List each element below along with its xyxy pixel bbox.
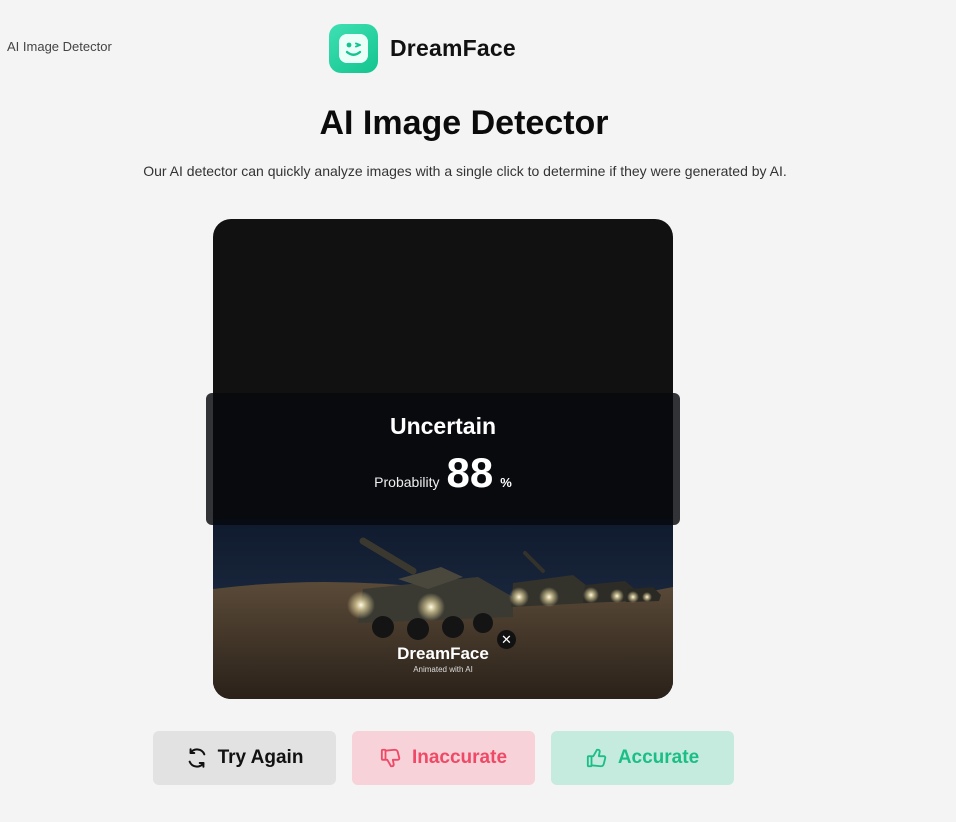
try-again-button[interactable]: Try Again bbox=[153, 731, 336, 785]
refresh-icon bbox=[188, 748, 205, 768]
brand[interactable]: DreamFace bbox=[329, 24, 516, 73]
watermark-tagline: Animated with AI bbox=[413, 665, 473, 674]
detection-result-panel: Uncertain Probability 88 % bbox=[206, 393, 680, 525]
page-title: AI Image Detector bbox=[319, 104, 609, 142]
page: AI Image Detector DreamFace AI Image Det… bbox=[0, 0, 956, 822]
thumbs-down-icon bbox=[380, 748, 401, 768]
inaccurate-button[interactable]: Inaccurate bbox=[352, 731, 535, 785]
page-subtitle: Our AI detector can quickly analyze imag… bbox=[143, 163, 787, 179]
corner-page-title: AI Image Detector bbox=[7, 39, 112, 54]
accurate-label: Accurate bbox=[617, 747, 700, 768]
probability-row: Probability 88 % bbox=[206, 452, 680, 494]
try-again-label: Try Again bbox=[217, 747, 304, 768]
watermark: DreamFace Animated with AI bbox=[388, 644, 498, 674]
watermark-name: DreamFace bbox=[397, 644, 489, 663]
brand-name: DreamFace bbox=[390, 35, 516, 61]
thumbs-up-icon bbox=[586, 748, 607, 768]
probability-label: Probability bbox=[374, 474, 440, 490]
probability-unit: % bbox=[500, 475, 512, 490]
remove-watermark-close-icon[interactable]: ✕ bbox=[497, 630, 516, 649]
dreamface-logo-icon bbox=[329, 24, 378, 73]
probability-value: 88 bbox=[446, 449, 494, 496]
result-status: Uncertain bbox=[389, 413, 497, 439]
accurate-button[interactable]: Accurate bbox=[551, 731, 734, 785]
inaccurate-label: Inaccurate bbox=[411, 747, 508, 768]
